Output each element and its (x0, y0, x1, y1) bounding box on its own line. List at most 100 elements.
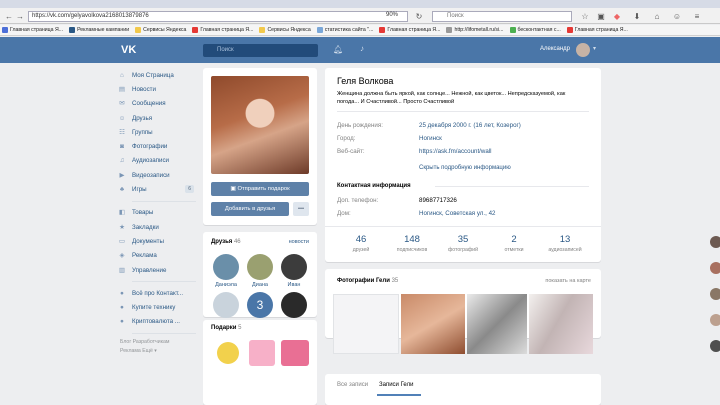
bookmark-label: Главная страница Я... (574, 26, 628, 33)
avatar[interactable] (710, 236, 720, 248)
bookmark-item[interactable]: бесконтактная с... (508, 25, 565, 35)
bookmark-item[interactable]: Сервисы Яндекса (133, 25, 190, 35)
info-value[interactable]: Ногинск, Советская ул., 42 (419, 210, 495, 217)
gift-image[interactable] (249, 340, 275, 366)
info-value[interactable]: Ногинск (419, 135, 442, 142)
show-on-map-link[interactable]: показать на карте (545, 278, 591, 284)
profile-photo[interactable] (211, 76, 309, 174)
friends-title[interactable]: Друзья 46 (211, 239, 241, 245)
tab-her-posts[interactable]: Записи Гели (379, 382, 413, 388)
lock-icon[interactable]: ▣ (596, 12, 606, 21)
bookmark-item[interactable]: Главная страница Я... (377, 25, 444, 35)
friend-avatar[interactable] (281, 292, 307, 318)
smiley-icon[interactable]: ☺ (672, 12, 682, 21)
footer-links[interactable]: Блог Разработчикам (120, 338, 196, 347)
home-icon[interactable]: ⌂ (652, 12, 662, 21)
sidebar-item-groups[interactable]: ☷ Группы (118, 125, 196, 139)
user-name[interactable]: Александр (540, 46, 570, 52)
sidebar-item-community[interactable]: ● Купите технику (118, 300, 196, 314)
address-bar[interactable]: https://vk.com/gelyavolkova2168013879876 (28, 11, 408, 22)
profile-counter[interactable]: 13 аудиозаписей (541, 234, 589, 253)
friend-name[interactable]: Иван (277, 282, 311, 288)
friend-item[interactable]: Иван (277, 254, 311, 288)
forward-icon[interactable]: → (15, 12, 25, 21)
profile-counter[interactable]: 148 подписчиков (388, 234, 436, 253)
shop-icon: ◧ (118, 209, 126, 217)
friend-item[interactable]: Диана (243, 254, 277, 288)
more-button[interactable]: ••• (293, 202, 309, 216)
profile-counter[interactable]: 46 друзей (337, 234, 385, 253)
vk-search-input[interactable]: Поиск (203, 44, 318, 57)
bookmark-item[interactable]: Рекламные кампании (67, 25, 133, 35)
send-gift-button[interactable]: ▣ Отправить подарок (211, 182, 309, 196)
sidebar-item-video[interactable]: ▶ Видеозаписи (118, 168, 196, 182)
reload-icon[interactable]: ↻ (414, 12, 424, 21)
sidebar-item-community[interactable]: ● Всё про Контакт... (118, 286, 196, 300)
browser-search-input[interactable]: Поиск (432, 11, 572, 22)
bell-icon[interactable]: 🔔︎ (333, 45, 343, 54)
photo-thumb[interactable] (333, 294, 399, 354)
info-value[interactable]: https://ask.fm/account/wall (419, 148, 492, 155)
menu-divider (132, 333, 196, 335)
sidebar-item-message[interactable]: ✉ Сообщения (118, 97, 196, 111)
avatar[interactable] (576, 43, 590, 57)
sidebar-item-label: Сообщения (132, 100, 166, 108)
sidebar-item-games[interactable]: ♣ Игры 6 (118, 182, 196, 196)
friends-updates-link[interactable]: новости (289, 239, 309, 245)
zoom-level[interactable]: 90% (386, 12, 398, 18)
profile-counter[interactable]: 35 фотографий (439, 234, 487, 253)
sidebar-item-friends[interactable]: ☺ Друзья (118, 111, 196, 125)
sidebar-item-shop[interactable]: ◧ Товары (118, 206, 196, 220)
download-icon[interactable]: ⬇ (632, 12, 642, 21)
sidebar-item-news[interactable]: ▤ Новости (118, 82, 196, 96)
avatar[interactable] (710, 340, 720, 352)
bookmark-item[interactable]: http://lifometall.ru/si... (444, 25, 507, 35)
photo-thumb[interactable] (529, 294, 593, 354)
friend-avatar[interactable] (281, 254, 307, 280)
photo-thumb[interactable] (467, 294, 527, 354)
vk-logo[interactable]: VK (121, 44, 136, 56)
sidebar-item-ads[interactable]: ◈ Реклама (118, 249, 196, 263)
sidebar-item-docs[interactable]: ▭ Документы (118, 234, 196, 248)
info-value: 89687717326 (419, 197, 457, 204)
sidebar-item-manage[interactable]: ▥ Управление (118, 263, 196, 277)
photos-title[interactable]: Фотографии Гели 35 (337, 278, 398, 284)
sidebar-item-music[interactable]: ♫ Аудиозаписи (118, 154, 196, 168)
yandex-icon[interactable]: ◆ (612, 12, 622, 21)
friend-avatar[interactable] (247, 254, 273, 280)
sidebar-item-camera[interactable]: ◙ Фотографии (118, 139, 196, 153)
friend-avatar[interactable] (213, 254, 239, 280)
avatar[interactable] (710, 288, 720, 300)
chevron-down-icon[interactable]: ▾ (593, 45, 596, 52)
profile-counter[interactable]: 2 отметки (490, 234, 538, 253)
bookmark-item[interactable]: Главная страница Я... (190, 25, 257, 35)
friend-name[interactable]: Даниэла (209, 282, 243, 288)
sidebar-item-community[interactable]: ● Криптовалюта ... (118, 315, 196, 329)
star-icon[interactable]: ☆ (580, 12, 590, 21)
friend-name[interactable]: Диана (243, 282, 277, 288)
friend-avatar[interactable] (213, 292, 239, 318)
gift-image[interactable] (281, 340, 309, 366)
gifts-title[interactable]: Подарки 5 (211, 325, 241, 331)
tab-all-posts[interactable]: Все записи (337, 382, 368, 388)
bookmark-item[interactable]: Главная страница Я... (565, 25, 632, 35)
bookmark-item[interactable]: Главная страница Я... (0, 25, 67, 35)
photo-thumb[interactable] (401, 294, 465, 354)
back-icon[interactable]: ← (4, 12, 14, 21)
friend-avatar[interactable]: 3 (247, 292, 273, 318)
music-note-icon[interactable]: ♪ (360, 44, 364, 53)
avatar[interactable] (710, 314, 720, 326)
hide-details-link[interactable]: Скрыть подробную информацию (419, 165, 511, 171)
sidebar-item-home[interactable]: ⌂ Моя Страница (118, 68, 196, 82)
add-friend-button[interactable]: Добавить в друзья (211, 202, 289, 216)
bookmark-item[interactable]: Сервисы Яндекса (257, 25, 314, 35)
info-value[interactable]: 25 декабря 2000 г. (16 лет, Козерог) (419, 122, 521, 129)
menu-icon[interactable]: ≡ (692, 12, 702, 21)
sidebar-item-bookmark[interactable]: ★ Закладки (118, 220, 196, 234)
footer-links[interactable]: Реклама Ещё ▾ (120, 347, 196, 356)
gift-image[interactable] (217, 342, 239, 364)
friend-item[interactable]: Даниэла (209, 254, 243, 288)
avatar[interactable] (710, 262, 720, 274)
bookmark-item[interactable]: статистика сайта "... (315, 25, 378, 35)
profile-name: Геля Волкова (337, 76, 394, 86)
